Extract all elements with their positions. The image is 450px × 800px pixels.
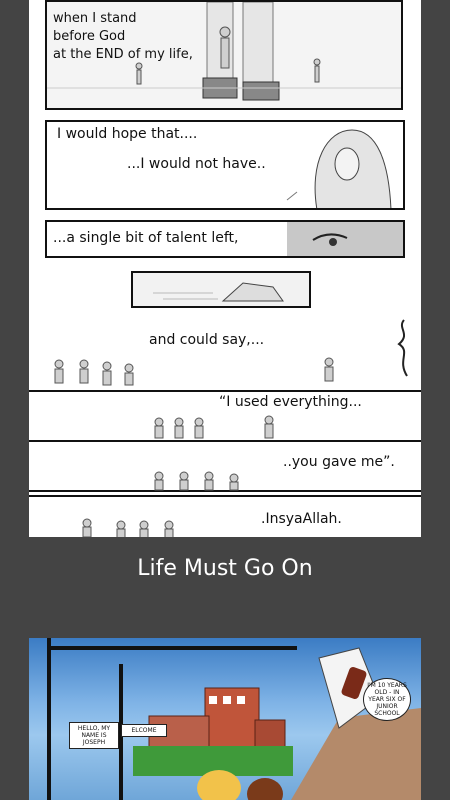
panel-5-caption: and could say,... [149, 332, 265, 348]
running-children-illustration [54, 357, 334, 386]
panel-2-caption-1: I would hope that.... [57, 126, 198, 142]
welcome-sign: ELCOME [121, 724, 167, 737]
comic-strip-2: ..you gave me”. [29, 440, 421, 492]
comic-page-image: when I stand before God at the END of my… [29, 0, 421, 537]
caption-line: at the END of my life, [53, 47, 193, 62]
comic-strip-1: “I used everything... [29, 390, 421, 442]
speech-bubble-right: I'M 10 YEARS OLD - IN YEAR SIX OF JUNIOR… [363, 678, 411, 721]
series-title[interactable]: Life Must Go On [0, 556, 450, 581]
comic-panel-3: ...a single bit of talent left, [45, 220, 405, 258]
comic-panel-1: when I stand before God at the END of my… [45, 0, 403, 110]
comic-panel-2: I would hope that.... ...I would not hav… [45, 120, 405, 210]
running-children-illustration [82, 518, 174, 537]
caption-line: before God [53, 29, 126, 44]
artist-signature-logo [397, 319, 408, 377]
comic-panel-4 [131, 271, 311, 308]
caption-line: when I stand [53, 11, 137, 26]
series-cover-image[interactable]: HELLO, MY NAME IS JOSEPH ELCOME I'M 10 Y… [29, 638, 421, 800]
comic-strip-3: .InsyaAllah. [29, 495, 421, 537]
speech-bubble-left: HELLO, MY NAME IS JOSEPH [69, 722, 119, 749]
panel-3-caption: ...a single bit of talent left, [53, 230, 239, 246]
running-shoe-illustration [133, 273, 309, 306]
panel-1-caption: when I stand before God at the END of my… [53, 10, 193, 64]
strip-2-caption: ..you gave me”. [283, 454, 395, 470]
strip-1-caption: “I used everything... [219, 394, 362, 410]
cover-illustration [47, 638, 421, 800]
strip-3-caption: .InsyaAllah. [261, 511, 342, 527]
panel-2-caption-2: ...I would not have.. [127, 156, 266, 172]
